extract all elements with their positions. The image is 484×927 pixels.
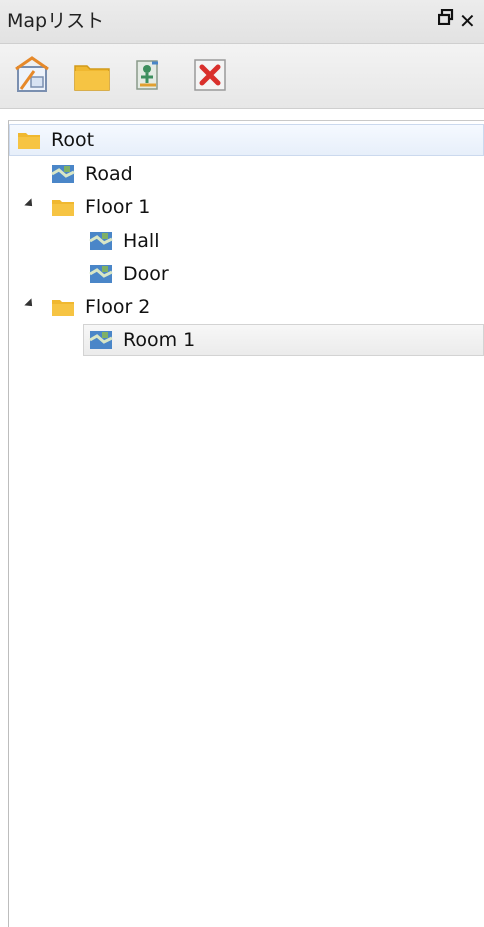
- tree-item-road[interactable]: Road: [51, 158, 133, 190]
- toolbar: [0, 44, 484, 109]
- restore-window-icon[interactable]: [438, 9, 454, 25]
- tree-item-door[interactable]: Door: [89, 258, 169, 290]
- delete-icon: [194, 59, 226, 91]
- import-map-button[interactable]: [128, 55, 168, 95]
- folder-icon: [52, 200, 74, 216]
- panel-title: Mapリスト: [7, 10, 105, 32]
- delete-button[interactable]: [190, 55, 230, 95]
- panel-titlebar: Mapリスト ✕: [0, 0, 484, 44]
- folder-icon: [52, 300, 74, 316]
- expand-arrow-icon[interactable]: [24, 298, 36, 310]
- import-map-icon: [136, 60, 158, 90]
- new-map-icon: [15, 56, 49, 92]
- tree-item-label: Road: [85, 163, 133, 185]
- tree-item-label: Floor 1: [85, 196, 151, 218]
- folder-icon: [18, 133, 40, 149]
- tree-item-label: Room 1: [123, 329, 196, 351]
- tree-item-label: Hall: [123, 230, 160, 252]
- map-icon: [89, 331, 113, 349]
- tree-item-room1[interactable]: Room 1: [89, 324, 195, 356]
- tree-item-hall[interactable]: Hall: [89, 225, 160, 257]
- tree-item-floor2[interactable]: Floor 2: [51, 291, 150, 323]
- map-icon: [89, 232, 113, 250]
- new-folder-button[interactable]: [72, 55, 112, 95]
- folder-icon: [74, 65, 110, 91]
- map-icon: [89, 265, 113, 283]
- tree-item-floor1[interactable]: Floor 1: [51, 191, 150, 223]
- close-icon[interactable]: ✕: [459, 9, 476, 33]
- map-tree: Root Road Floor 1 Hall Door Floor 2 Room…: [8, 120, 484, 927]
- tree-item-label: Floor 2: [85, 296, 151, 318]
- tree-item-label: Root: [51, 129, 95, 151]
- new-map-button[interactable]: [12, 55, 52, 95]
- expand-arrow-icon[interactable]: [24, 198, 36, 210]
- tree-item-label: Door: [123, 263, 169, 285]
- tree-item-root[interactable]: Root: [17, 124, 94, 156]
- map-icon: [51, 165, 75, 183]
